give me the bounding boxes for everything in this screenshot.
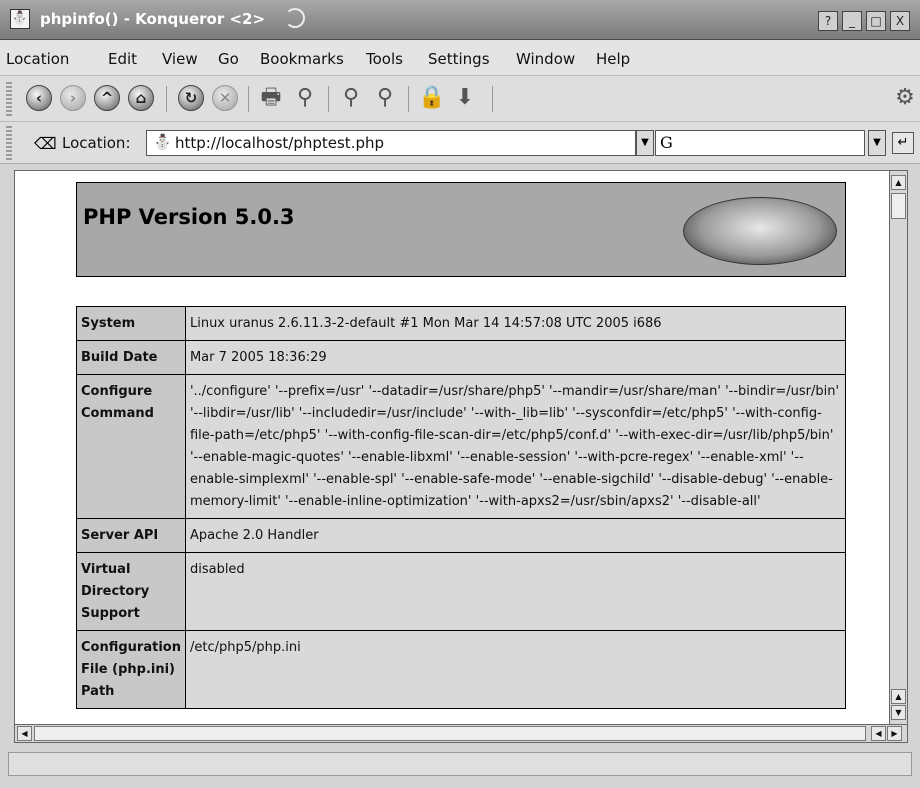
vertical-scrollbar[interactable]: ▲ ▲ ▼ xyxy=(890,170,908,725)
location-bar: ⌫ Location: ⛄ http://localhost/phptest.p… xyxy=(0,122,920,164)
menu-edit[interactable]: Edit xyxy=(108,50,137,68)
print-icon[interactable]: 🖶 xyxy=(258,85,284,111)
rabbit-logo-image xyxy=(683,197,837,265)
row-value: /etc/php5/php.ini xyxy=(184,630,847,709)
row-value: disabled xyxy=(184,552,847,631)
menu-bookmarks[interactable]: Bookmarks xyxy=(260,50,344,68)
toolbar-separator xyxy=(248,86,249,112)
row-key: Configuration File (php.ini) Path xyxy=(76,630,186,709)
forward-icon[interactable]: › xyxy=(60,85,86,111)
location-input[interactable]: ⛄ http://localhost/phptest.php xyxy=(146,130,636,156)
toolbar-separator xyxy=(328,86,329,112)
back-icon[interactable]: ‹ xyxy=(26,85,52,111)
table-row: Build Date Mar 7 2005 18:36:29 xyxy=(76,340,847,375)
settings-gear-icon[interactable]: ⚙ xyxy=(892,85,918,111)
home-icon[interactable]: ⌂ xyxy=(128,85,154,111)
row-key: Build Date xyxy=(76,340,186,375)
page-viewport[interactable]: PHP Version 5.0.3 System Linux uranus 2.… xyxy=(14,170,890,725)
toolbar-grip[interactable] xyxy=(6,126,12,160)
scroll-up-icon[interactable]: ▲ xyxy=(891,175,906,190)
row-key: Virtual Directory Support xyxy=(76,552,186,631)
zoom-out-icon[interactable]: ⚲ xyxy=(372,85,398,111)
scroll-left-icon[interactable]: ◀ xyxy=(17,726,32,741)
zoom-in-icon[interactable]: ⚲ xyxy=(338,85,364,111)
row-key: System xyxy=(76,306,186,341)
menubar: Location Edit View Go Bookmarks Tools Se… xyxy=(0,40,920,76)
menu-go[interactable]: Go xyxy=(218,50,239,68)
row-value: Apache 2.0 Handler xyxy=(184,518,847,553)
menu-help[interactable]: Help xyxy=(596,50,630,68)
menu-view[interactable]: View xyxy=(162,50,198,68)
scroll-left-icon[interactable]: ◀ xyxy=(871,726,886,741)
row-value: Linux uranus 2.6.11.3-2-default #1 Mon M… xyxy=(184,306,847,341)
vertical-scroll-thumb[interactable] xyxy=(891,193,906,219)
reload-icon[interactable]: ↻ xyxy=(178,85,204,111)
toolbar-separator xyxy=(166,86,167,112)
find-icon[interactable]: ⚲ xyxy=(292,85,318,111)
search-input[interactable]: G xyxy=(655,130,865,156)
scroll-up-icon[interactable]: ▲ xyxy=(891,689,906,704)
download-icon[interactable]: ⬇ xyxy=(452,85,478,111)
toolbar-separator xyxy=(492,86,493,112)
location-dropdown-button[interactable]: ▼ xyxy=(636,130,654,156)
menu-location[interactable]: Location xyxy=(6,50,69,68)
status-bar xyxy=(8,752,912,776)
search-engine-icon: G xyxy=(660,133,673,152)
horizontal-scroll-thumb[interactable] xyxy=(34,726,866,741)
window-title: phpinfo() - Konqueror <2> xyxy=(40,10,266,28)
location-label: Location: xyxy=(62,134,131,152)
table-row: Virtual Directory Support disabled xyxy=(76,552,847,631)
maximize-button[interactable]: □ xyxy=(866,11,886,31)
help-window-button[interactable]: ? xyxy=(818,11,838,31)
search-dropdown-button[interactable]: ▼ xyxy=(868,130,886,156)
table-row: Server API Apache 2.0 Handler xyxy=(76,518,847,553)
go-arrow-icon[interactable]: ↵ xyxy=(892,132,914,154)
row-key: Server API xyxy=(76,518,186,553)
minimize-button[interactable]: _ xyxy=(842,11,862,31)
row-key: Configure Command xyxy=(76,374,186,519)
menu-window[interactable]: Window xyxy=(516,50,575,68)
toolbar-grip[interactable] xyxy=(6,82,12,116)
horizontal-scrollbar[interactable]: ◀ ◀ ▶ xyxy=(14,725,908,743)
clear-location-icon[interactable]: ⌫ xyxy=(34,134,57,153)
php-version-title: PHP Version 5.0.3 xyxy=(83,205,295,229)
menu-settings[interactable]: Settings xyxy=(428,50,490,68)
table-row: Configure Command '../configure' '--pref… xyxy=(76,374,847,519)
phpinfo-table: System Linux uranus 2.6.11.3-2-default #… xyxy=(76,306,847,709)
row-value: Mar 7 2005 18:36:29 xyxy=(184,340,847,375)
php-version-header: PHP Version 5.0.3 xyxy=(76,182,846,277)
menu-tools[interactable]: Tools xyxy=(366,50,403,68)
window-titlebar[interactable]: ⛄ phpinfo() - Konqueror <2> ? _ □ X xyxy=(0,0,920,40)
stop-icon[interactable]: ✕ xyxy=(212,85,238,111)
swirl-icon xyxy=(285,8,305,28)
scroll-down-icon[interactable]: ▼ xyxy=(891,705,906,720)
table-row: System Linux uranus 2.6.11.3-2-default #… xyxy=(76,306,847,341)
page-favicon-icon: ⛄ xyxy=(153,133,172,151)
close-window-button[interactable]: X xyxy=(890,11,910,31)
row-value: '../configure' '--prefix=/usr' '--datadi… xyxy=(184,374,847,519)
scroll-right-icon[interactable]: ▶ xyxy=(887,726,902,741)
location-url: http://localhost/phptest.php xyxy=(175,134,385,152)
security-lock-icon[interactable]: 🔒 xyxy=(418,85,445,111)
toolbar-separator xyxy=(408,86,409,112)
table-row: Configuration File (php.ini) Path /etc/p… xyxy=(76,630,847,709)
konqueror-app-icon[interactable]: ⛄ xyxy=(10,9,30,29)
up-icon[interactable]: ^ xyxy=(94,85,120,111)
main-toolbar: ‹ › ^ ⌂ ↻ ✕ 🖶 ⚲ ⚲ ⚲ 🔒 ⬇ ⚙ xyxy=(0,76,920,122)
